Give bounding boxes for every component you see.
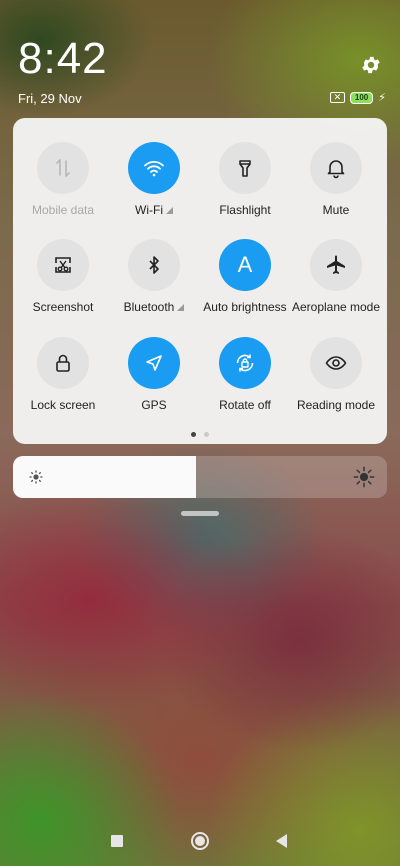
gear-icon[interactable] — [360, 54, 382, 76]
wifi-icon — [128, 142, 180, 194]
tile-bluetooth[interactable]: Bluetooth — [104, 239, 204, 314]
circle-icon[interactable] — [191, 832, 209, 850]
bell-icon — [310, 142, 362, 194]
tile-mute[interactable]: Mute — [286, 142, 386, 217]
panel-drag-handle[interactable] — [181, 511, 219, 516]
tile-label: Reading mode — [296, 398, 376, 412]
tile-label: Bluetooth — [123, 300, 175, 314]
square-icon[interactable] — [111, 835, 123, 847]
tile-label: Aeroplane mode — [291, 300, 381, 314]
eye-icon — [310, 337, 362, 389]
location-arrow-icon — [128, 337, 180, 389]
tile-label: Auto brightness — [203, 300, 287, 314]
signal-triangle-icon — [177, 303, 185, 311]
signal-triangle-icon — [165, 206, 173, 214]
tile-wifi[interactable]: Wi-Fi — [104, 142, 204, 217]
page-dot[interactable] — [191, 432, 196, 437]
lock-icon — [37, 337, 89, 389]
clock[interactable]: 8:42 — [18, 34, 108, 84]
flashlight-icon — [219, 142, 271, 194]
date[interactable]: Fri, 29 Nov — [18, 91, 82, 106]
tile-auto-brightness[interactable]: A Auto brightness — [195, 239, 295, 314]
high-brightness-icon — [353, 466, 375, 488]
navigation-bar — [0, 830, 400, 854]
tile-label: Screenshot — [32, 300, 94, 314]
page-dot[interactable] — [204, 432, 209, 437]
tile-label: Mute — [322, 203, 350, 217]
tile-label: Mobile data — [31, 203, 95, 217]
tile-label: GPS — [141, 398, 167, 412]
bolt-icon: ⚡ — [378, 92, 386, 104]
tile-flashlight[interactable]: Flashlight — [195, 142, 295, 217]
tile-lock-screen[interactable]: Lock screen — [13, 337, 113, 412]
tile-label: Lock screen — [30, 398, 96, 412]
screenshot-icon — [37, 239, 89, 291]
quick-settings-panel: Mobile data Wi-Fi Flashlight Mute Screen… — [13, 118, 387, 444]
tile-screenshot[interactable]: Screenshot — [13, 239, 113, 314]
tile-aeroplane-mode[interactable]: Aeroplane mode — [286, 239, 386, 314]
rotation-lock-icon — [219, 337, 271, 389]
battery-icon: 100 — [349, 91, 374, 104]
tile-label: Flashlight — [219, 203, 271, 217]
mobile-data-icon — [37, 142, 89, 194]
status-icons: ✕ 100 ⚡ — [329, 91, 386, 104]
auto-brightness-icon: A — [219, 239, 271, 291]
no-sim-icon: ✕ — [329, 92, 345, 103]
auto-brightness-glyph: A — [237, 252, 253, 277]
tile-label: Rotate off — [219, 398, 271, 412]
bluetooth-icon — [128, 239, 180, 291]
tile-mobile-data[interactable]: Mobile data — [13, 142, 113, 217]
page-indicator — [13, 432, 387, 437]
tile-reading-mode[interactable]: Reading mode — [286, 337, 386, 412]
tile-label: Wi-Fi — [135, 203, 163, 217]
triangle-back-icon[interactable] — [276, 834, 287, 848]
low-brightness-icon — [29, 470, 43, 484]
brightness-slider[interactable] — [13, 456, 387, 498]
tile-rotate-off[interactable]: Rotate off — [195, 337, 295, 412]
tile-gps[interactable]: GPS — [104, 337, 204, 412]
airplane-icon — [310, 239, 362, 291]
